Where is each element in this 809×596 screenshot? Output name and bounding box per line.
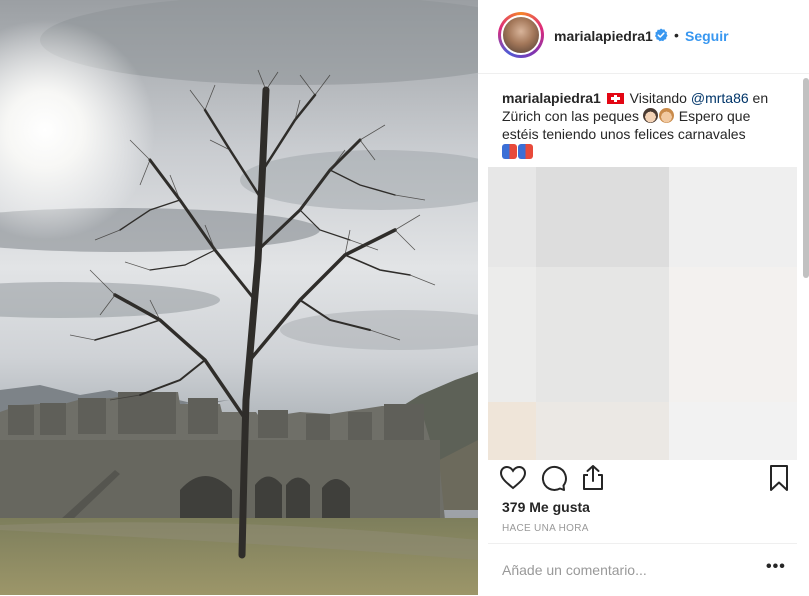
carnival-masks-emoji-icon-2 [518, 144, 533, 159]
girl-emoji-icon [642, 108, 658, 123]
likes-count[interactable]: 379 Me gusta [502, 499, 590, 515]
username-link[interactable]: marialapiedra1 [554, 28, 653, 44]
post-photo[interactable] [0, 0, 478, 595]
post-timestamp[interactable]: HACE UNA HORA [502, 523, 589, 534]
verified-badge-icon [655, 28, 668, 42]
child-emoji-icon [658, 108, 674, 123]
swiss-flag-icon [606, 93, 624, 104]
caption-username[interactable]: marialapiedra1 [502, 90, 601, 106]
carnival-masks-emoji-icon [502, 144, 517, 159]
caption-text-1: Visitando [625, 90, 691, 106]
caption-mention-link[interactable]: @mrta86 [691, 90, 749, 106]
heart-icon[interactable] [498, 463, 528, 493]
header-separator: • [674, 27, 679, 43]
post-details-panel: marialapiedra1 • Seguir marialapiedra1 V… [478, 0, 809, 595]
bookmark-icon[interactable] [764, 463, 794, 493]
post-header: marialapiedra1 • Seguir [478, 0, 809, 74]
comment-icon[interactable] [538, 463, 568, 493]
scrollbar-thumb[interactable] [803, 78, 809, 278]
comment-box: ••• [488, 543, 797, 596]
post-caption: marialapiedra1 Visitando @mrta86 en Züri… [502, 89, 780, 161]
avatar[interactable] [501, 15, 541, 55]
more-options-icon[interactable]: ••• [766, 558, 786, 576]
comments-scrollbar[interactable] [801, 73, 809, 463]
follow-button[interactable]: Seguir [685, 28, 729, 44]
castle-tree-photo [0, 0, 478, 595]
avatar-story-ring[interactable] [498, 12, 544, 58]
share-icon[interactable] [578, 463, 608, 493]
loading-image-placeholder [488, 167, 797, 460]
post-actions-bar [478, 463, 809, 503]
comment-input[interactable] [502, 562, 752, 578]
